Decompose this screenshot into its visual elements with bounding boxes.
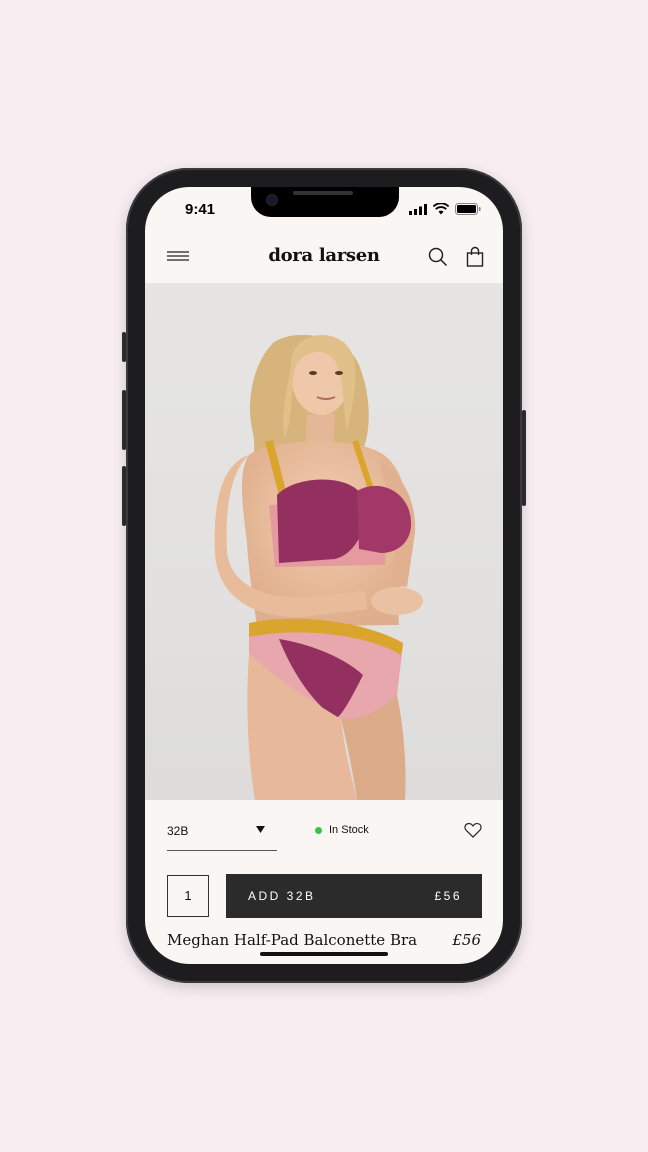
heart-icon[interactable]	[463, 820, 483, 840]
speaker	[293, 191, 353, 195]
home-indicator	[260, 952, 388, 956]
top-navigation: dora larsen	[145, 235, 503, 283]
volume-up-button	[122, 390, 126, 450]
mute-switch	[122, 332, 126, 362]
product-title: Meghan Half-Pad Balconette Bra	[167, 931, 418, 949]
stock-dot-icon	[315, 826, 322, 834]
stock-status: In Stock	[315, 824, 369, 836]
status-time: 9:41	[185, 201, 216, 218]
size-value: 32B	[167, 824, 189, 838]
product-price: £56	[452, 931, 481, 949]
add-button-label: ADD 32B	[248, 889, 316, 903]
chevron-down-icon	[256, 826, 265, 833]
screen: 9:41 dora larsen 32B In Stock 1 ADD 32B …	[145, 187, 503, 964]
options-row: 32B In Stock	[167, 812, 483, 852]
wifi-icon	[433, 203, 449, 215]
add-button-price: £56	[434, 889, 462, 903]
size-select[interactable]: 32B	[167, 812, 277, 851]
model-photo	[214, 334, 423, 800]
search-icon[interactable]	[426, 245, 450, 269]
add-to-bag-button[interactable]: ADD 32B £56	[226, 874, 482, 918]
status-icons	[409, 203, 481, 215]
bag-icon[interactable]	[463, 245, 487, 269]
power-button	[522, 410, 526, 506]
stock-label: In Stock	[329, 824, 369, 836]
quantity-field[interactable]: 1	[167, 875, 209, 917]
battery-icon	[455, 203, 481, 215]
signal-icon	[409, 203, 427, 215]
product-image[interactable]	[145, 283, 503, 800]
volume-down-button	[122, 466, 126, 526]
phone-frame: 9:41 dora larsen 32B In Stock 1 ADD 32B …	[122, 168, 526, 983]
front-camera	[267, 195, 277, 205]
